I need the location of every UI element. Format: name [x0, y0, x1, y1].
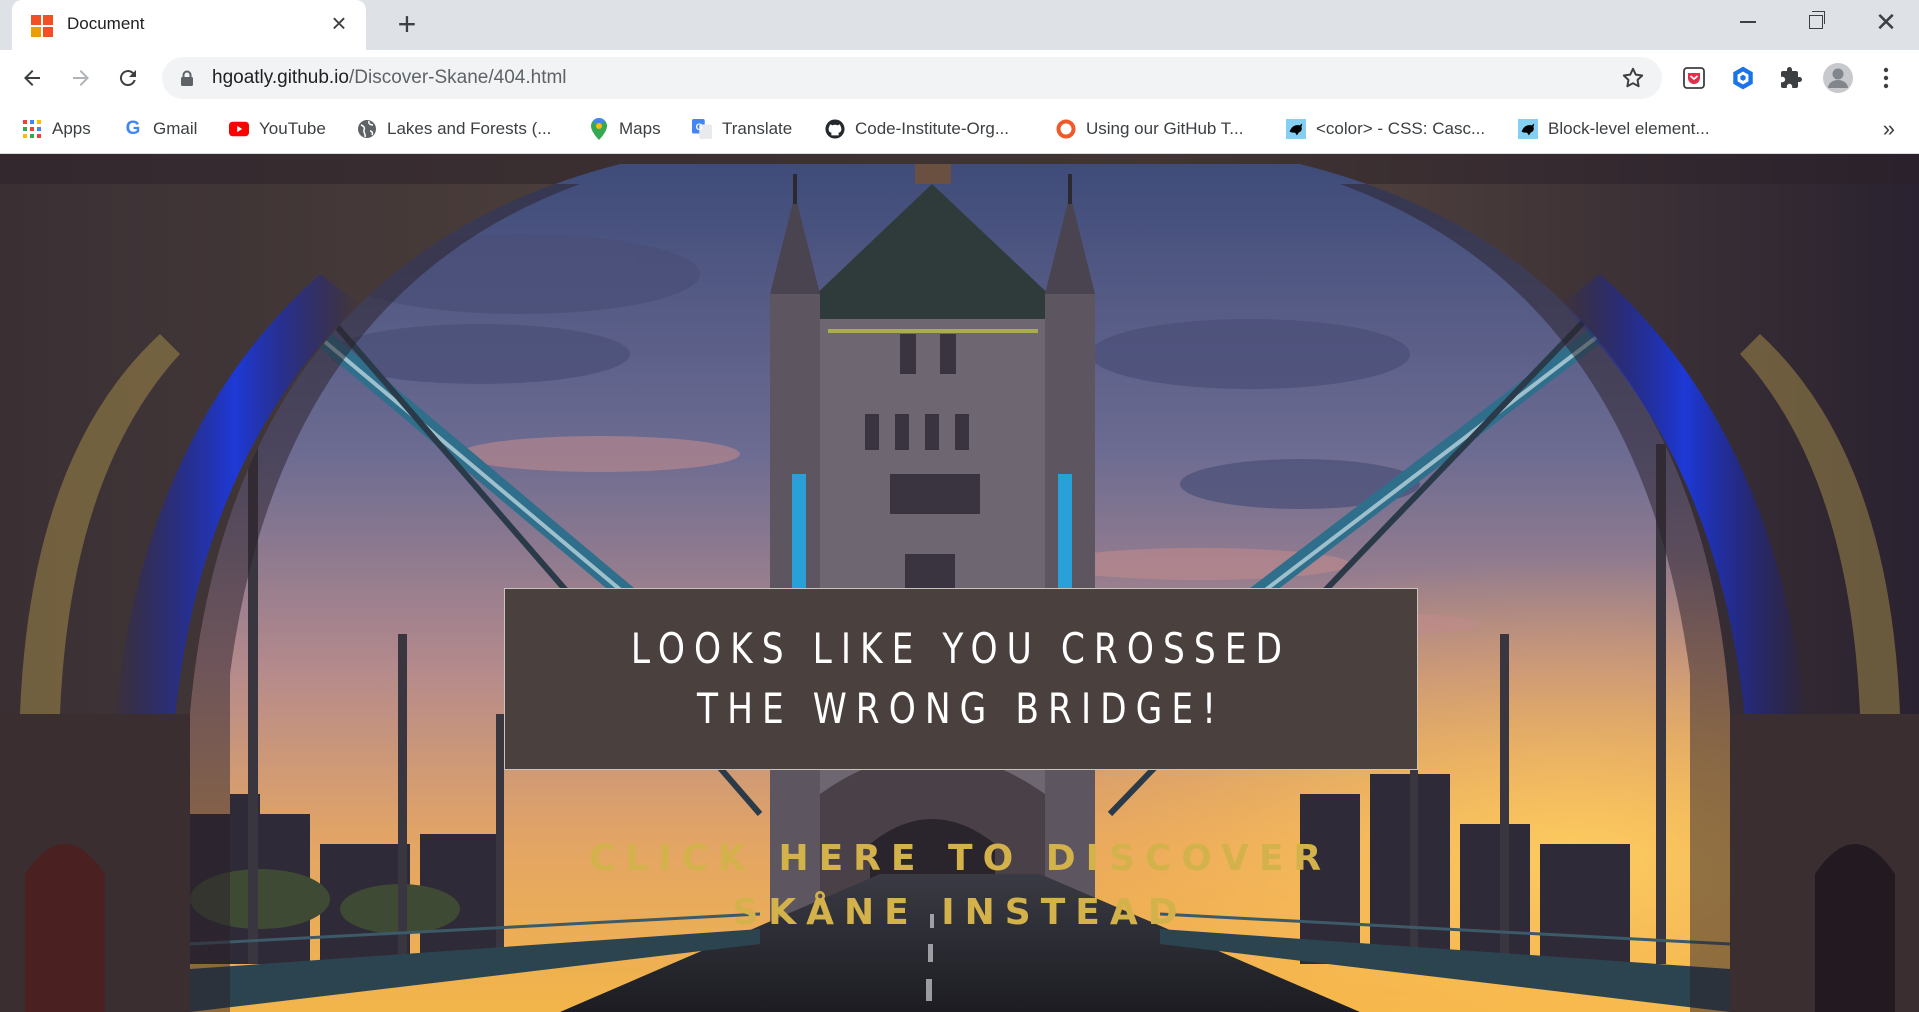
bookmark-label: Apps	[52, 119, 91, 138]
tab-title: Document	[67, 14, 145, 33]
bookmarks-bar: Apps G Gmail YouTube Lakes and Forests (…	[0, 106, 1919, 154]
bookmarks-overflow-button[interactable]: »	[1883, 116, 1895, 142]
pocket-icon	[1683, 67, 1705, 89]
url-text: hgoatly.github.io/Discover-Skane/404.htm…	[212, 67, 567, 89]
ring-icon	[1056, 119, 1076, 139]
youtube-icon	[229, 119, 249, 139]
bookmark-label: Block-level element...	[1548, 119, 1710, 138]
mdn-icon	[1286, 119, 1306, 139]
close-tab-icon[interactable]: ×	[326, 10, 352, 37]
browser-toolbar: hgoatly.github.io/Discover-Skane/404.htm…	[0, 50, 1919, 106]
bookmark-translate[interactable]: G Translate	[692, 116, 792, 142]
bookmark-code-institute[interactable]: Code-Institute-Org...	[825, 116, 1009, 142]
bookmark-apps[interactable]: Apps	[22, 116, 91, 142]
address-bar[interactable]: hgoatly.github.io/Discover-Skane/404.htm…	[162, 57, 1662, 99]
arrow-left-icon	[24, 70, 40, 86]
restore-icon	[1809, 11, 1825, 29]
forward-button[interactable]	[63, 60, 99, 96]
bookmark-maps[interactable]: Maps	[589, 116, 661, 142]
bookmark-label: Using our GitHub T...	[1086, 119, 1244, 138]
tab-strip: Document × + ✕	[0, 0, 1919, 50]
minimize-button[interactable]	[1720, 0, 1776, 44]
restore-button[interactable]	[1788, 0, 1844, 44]
bookmark-block-level[interactable]: Block-level element...	[1518, 116, 1710, 142]
bookmark-label: Maps	[619, 119, 661, 138]
arrow-right-icon	[73, 70, 89, 86]
bookmark-label: YouTube	[259, 119, 326, 138]
extensions-button[interactable]	[1775, 62, 1807, 94]
hexagon-icon	[1733, 66, 1753, 90]
bookmark-label: Code-Institute-Org...	[855, 119, 1010, 138]
error-heading: Looks like you crossed the wrong bridge!	[630, 624, 1292, 733]
bookmark-label: Translate	[722, 119, 793, 138]
url-path: /Discover-Skane/404.html	[348, 67, 567, 88]
bookmark-css-color[interactable]: <color> - CSS: Casc...	[1286, 116, 1485, 142]
error-message-box: Looks like you crossed the wrong bridge!	[504, 588, 1418, 770]
extension-hex-button[interactable]	[1727, 62, 1759, 94]
bookmark-star-icon[interactable]	[1620, 65, 1646, 91]
bookmark-youtube[interactable]: YouTube	[229, 116, 326, 142]
bookmark-label: Gmail	[153, 119, 198, 138]
reload-icon	[119, 70, 136, 87]
discover-skane-link[interactable]: Click here to discover Skåne instead	[540, 832, 1380, 940]
apps-grid-icon	[22, 119, 42, 139]
windows-logo-icon	[31, 15, 53, 37]
mdn-icon	[1518, 119, 1538, 139]
new-tab-button[interactable]: +	[390, 8, 424, 42]
bookmark-gmail[interactable]: G Gmail	[123, 116, 198, 142]
url-host: hgoatly.github.io	[212, 67, 349, 88]
page-viewport: Looks like you crossed the wrong bridge!…	[0, 154, 1919, 1012]
reload-button[interactable]	[110, 60, 146, 96]
lock-icon	[181, 70, 193, 86]
profile-button[interactable]	[1822, 62, 1854, 94]
extension-pocket-button[interactable]	[1678, 62, 1710, 94]
tab-document[interactable]: Document ×	[12, 0, 366, 50]
close-window-button[interactable]: ✕	[1858, 0, 1914, 44]
translate-icon: G	[692, 119, 712, 139]
bookmark-lakes-and-forests[interactable]: Lakes and Forests (...	[357, 116, 551, 142]
globe-icon	[357, 119, 377, 139]
close-icon: ✕	[1875, 7, 1897, 37]
github-icon	[825, 119, 845, 139]
kebab-menu-icon	[1883, 67, 1889, 89]
bookmark-github-template[interactable]: Using our GitHub T...	[1056, 116, 1243, 142]
google-icon: G	[125, 118, 141, 139]
bookmark-label: <color> - CSS: Casc...	[1316, 119, 1486, 138]
maps-pin-icon	[589, 118, 609, 140]
puzzle-piece-icon	[1781, 67, 1802, 88]
svg-text:G: G	[696, 122, 703, 132]
back-button[interactable]	[14, 60, 50, 96]
menu-button[interactable]	[1870, 62, 1902, 94]
minimize-icon	[1740, 21, 1756, 23]
bookmark-label: Lakes and Forests (...	[387, 119, 552, 138]
avatar-icon	[1823, 63, 1853, 93]
browser-window: Document × + ✕ hgoatly.github.io/Discove…	[0, 0, 1919, 1012]
